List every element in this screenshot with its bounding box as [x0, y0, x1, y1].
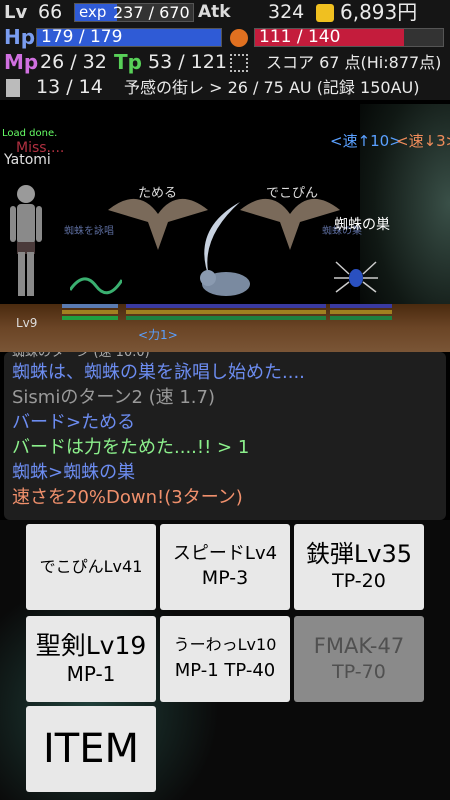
skill-5-cost: MP-1 TP-40	[174, 659, 276, 681]
status-row-level: Lv 66 exp 237 / 670 Atk 324 6,893円	[0, 0, 450, 25]
skill-4-name: 聖剣Lv19	[35, 631, 147, 661]
enemy-group-mp-bar	[126, 316, 326, 320]
cast-left-label: 蜘蛛を詠唱	[64, 226, 114, 237]
level-value: 66	[38, 1, 63, 23]
ally-mp-bar	[62, 316, 118, 320]
cast-right-big-label: 蜘蛛の巣	[334, 217, 390, 233]
ally-tp-bar	[62, 310, 118, 314]
load-status-text: Load done.	[2, 128, 58, 139]
log-line-0: 蜘蛛のターン (速 10.0)	[12, 352, 150, 360]
skill-6-name: FMAK-47	[313, 634, 405, 658]
tp-label: Tp	[114, 50, 142, 74]
skill-2-cost: MP-3	[201, 567, 249, 590]
exp-bar: exp 237 / 670	[74, 3, 194, 22]
item-button-label: ITEM	[42, 726, 139, 772]
spider-mp-bar	[330, 316, 392, 320]
player-name: Yatomi	[4, 152, 51, 168]
skill-button-4[interactable]: 聖剣Lv19 MP-1	[26, 616, 156, 702]
status-panel: Lv 66 exp 237 / 670 Atk 324 6,893円 Hp 17…	[0, 0, 450, 100]
enemy-icon	[230, 29, 248, 47]
location-value: 予感の街レ > 26 / 75 AU (記録 150AU)	[124, 78, 420, 97]
status-row-mp: Mp 26 / 32 Tp 53 / 121 スコア 67 点(Hi:877点)	[0, 50, 450, 75]
enemy-hp-bar: 111 / 140	[254, 28, 444, 47]
hp-label: Hp	[4, 25, 36, 49]
skill-button-2[interactable]: スピードLv4 MP-3	[160, 524, 290, 610]
log-line-4: バードは力をためた....!! > 1	[12, 437, 250, 458]
wolf-enemy-sprite	[200, 270, 250, 296]
inventory-icon	[6, 79, 20, 97]
spider-enemy-sprite	[334, 261, 378, 293]
log-line-5: 蜘蛛>蜘蛛の巣	[12, 462, 136, 483]
skill-1-name: でこぴんLv41	[39, 556, 143, 576]
status-row-location: 13 / 14 予感の街レ > 26 / 75 AU (記録 150AU)	[0, 75, 450, 100]
spider-tp-bar	[330, 310, 392, 314]
inventory-value: 13 / 14	[36, 76, 103, 98]
status-row-hp: Hp 179 / 179 111 / 140	[0, 25, 450, 50]
hp-value: 179 / 179	[41, 27, 123, 47]
tp-value: 53 / 121	[148, 51, 227, 73]
exp-label: exp	[79, 3, 107, 21]
spider-hp-bar	[330, 304, 392, 308]
log-line-3: バード>ためる	[12, 412, 136, 433]
power-tag-label: <力1>	[138, 328, 178, 342]
skill-3-name: 鉄弾Lv35	[305, 540, 413, 569]
atk-label: Atk	[198, 2, 231, 22]
item-button[interactable]: ITEM	[26, 706, 156, 792]
skill-6-cost: TP-70	[332, 661, 386, 684]
skill-button-5[interactable]: うーわっLv10 MP-1 TP-40	[160, 616, 290, 702]
skill-3-cost: TP-20	[332, 569, 386, 592]
log-line-1: 蜘蛛は、蜘蛛の巣を詠唱し始めた....	[12, 362, 305, 383]
hp-bar: 179 / 179	[36, 28, 222, 47]
mp-value: 26 / 32	[40, 51, 107, 73]
log-line-2: Sismiのターン2 (速 1.7)	[12, 387, 216, 408]
coin-icon	[316, 4, 334, 22]
score-value: スコア 67 点(Hi:877点)	[266, 53, 442, 72]
cast-effect-sprite	[70, 277, 122, 295]
money-value: 6,893円	[340, 0, 418, 24]
battle-scene: Load done. Miss.... Yatomi <速↑10> <速↓3> …	[0, 104, 450, 352]
ally-hp-bar	[62, 304, 118, 308]
player-sprite	[10, 185, 42, 296]
skill-button-3[interactable]: 鉄弾Lv35 TP-20	[294, 524, 424, 610]
skill-5-name: うーわっLv10	[173, 635, 277, 655]
battle-log[interactable]: 蜘蛛のターン (速 10.0) 蜘蛛は、蜘蛛の巣を詠唱し始めた.... Sism…	[4, 352, 446, 520]
enemy-hp-value: 111 / 140	[259, 27, 341, 47]
skill-button-1[interactable]: でこぴんLv41	[26, 524, 156, 610]
command-panel: でこぴんLv41 スピードLv4 MP-3 鉄弾Lv35 TP-20 聖剣Lv1…	[0, 520, 450, 800]
enemy-group-tp-bar	[126, 310, 326, 314]
speed-down-indicator: <速↓3>	[396, 132, 450, 150]
skill-button-6[interactable]: FMAK-47 TP-70	[294, 616, 424, 702]
atk-value: 324	[268, 1, 305, 23]
level-label: Lv	[4, 2, 28, 23]
score-icon	[230, 54, 248, 72]
mp-label: Mp	[4, 50, 39, 74]
exp-value: 237 / 670	[113, 3, 190, 22]
speed-up-indicator: <速↑10>	[330, 132, 402, 150]
player-level-label: Lv9	[16, 316, 38, 330]
skill-4-cost: MP-1	[66, 661, 116, 686]
skill-2-name: スピードLv4	[172, 542, 278, 564]
log-line-6: 速さを20%Down!(3ターン)	[12, 487, 243, 508]
enemy-group-hp-bar	[126, 304, 326, 308]
